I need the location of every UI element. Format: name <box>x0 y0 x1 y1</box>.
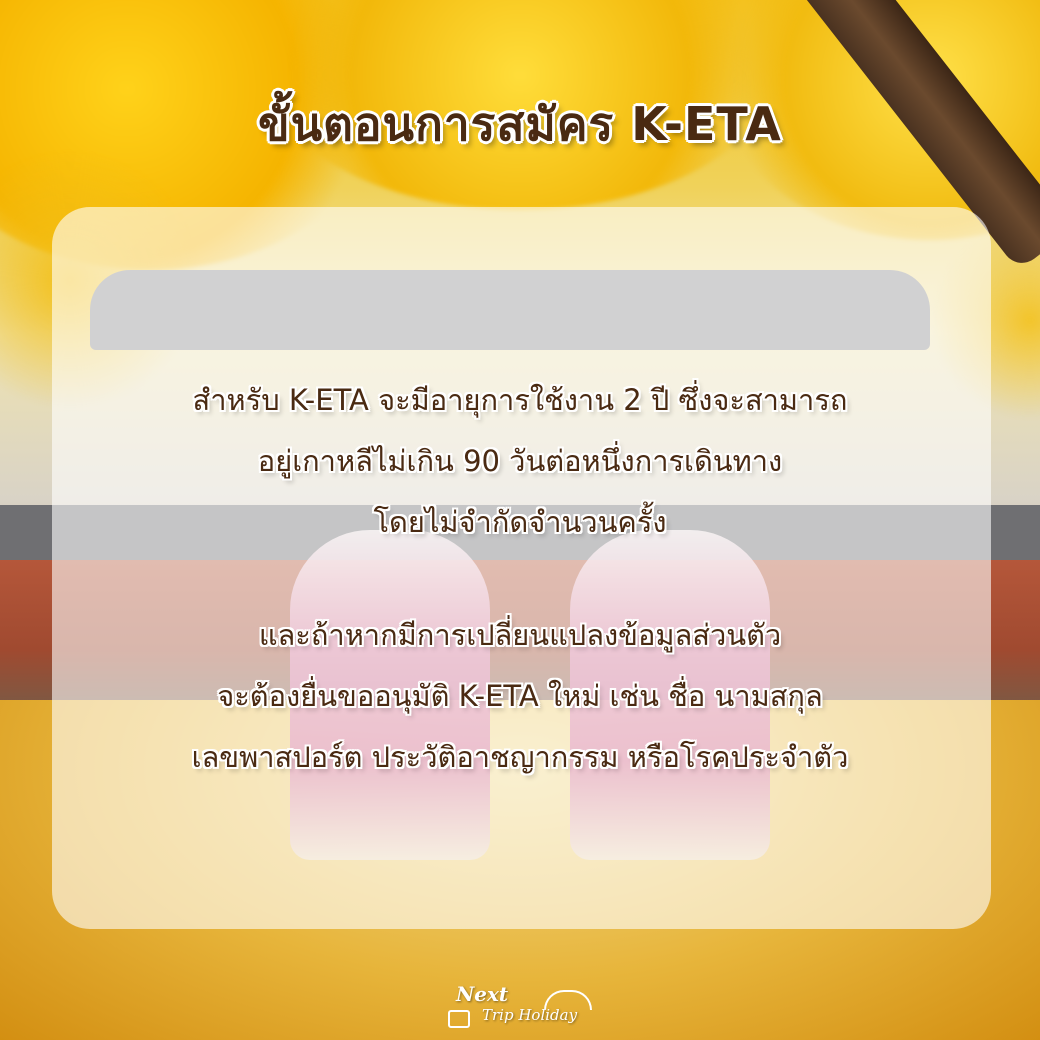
paragraph-line: สำหรับ K-ETA จะมีอายุการใช้งาน 2 ปี ซึ่ง… <box>192 383 848 417</box>
info-paragraph-changes: และถ้าหากมีการเปลี่ยนแปลงข้อมูลส่วนตัว จ… <box>60 605 980 788</box>
paragraph-line: อยู่เกาหลีไม่เกิน 90 วันต่อหนึ่งการเดินท… <box>257 444 783 478</box>
suitcase-icon <box>448 1010 470 1028</box>
paragraph-line: โดยไม่จำกัดจำนวนครั้ง <box>373 505 667 539</box>
paragraph-line: เลขพาสปอร์ต ประวัติอาชญากรรม หรือโรคประจ… <box>191 740 849 774</box>
info-paragraph-validity: สำหรับ K-ETA จะมีอายุการใช้งาน 2 ปี ซึ่ง… <box>60 370 980 553</box>
brand-logo: Next Trip Holiday <box>448 982 598 1032</box>
content-card <box>52 207 991 929</box>
logo-text-trip-holiday: Trip Holiday <box>482 1006 578 1024</box>
logo-text-next: Next <box>456 982 509 1006</box>
paragraph-line: และถ้าหากมีการเปลี่ยนแปลงข้อมูลส่วนตัว <box>258 618 782 652</box>
page-title: ขั้นตอนการสมัคร K-ETA <box>258 97 782 151</box>
paragraph-line: จะต้องยื่นขออนุมัติ K-ETA ใหม่ เช่น ชื่อ… <box>217 679 823 713</box>
